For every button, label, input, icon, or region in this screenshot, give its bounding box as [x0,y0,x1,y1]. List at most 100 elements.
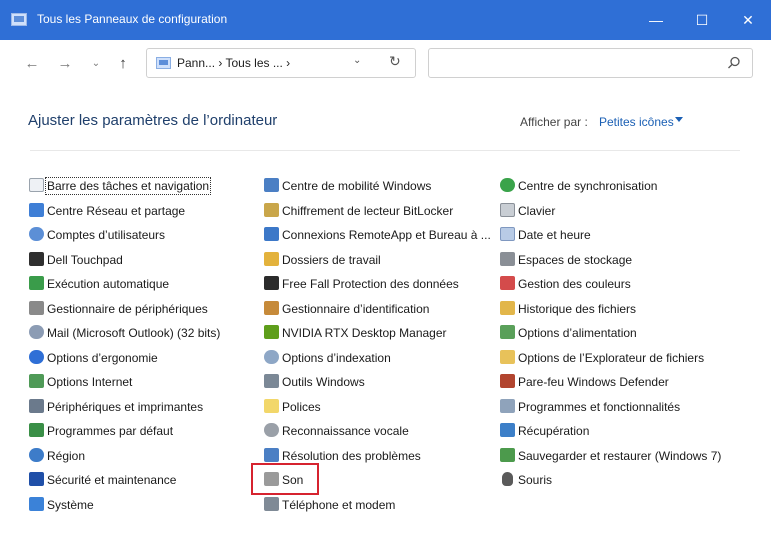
view-by-caret-icon[interactable] [675,117,683,122]
mail-icon [29,325,44,339]
microphone-icon [264,423,279,437]
recent-locations-chevron-icon[interactable]: ⌄ [84,52,108,76]
up-arrow-icon[interactable]: ↑ [111,52,135,76]
system-monitor-icon [29,497,44,511]
item-region[interactable]: Région [29,445,259,467]
refresh-icon[interactable]: ↻ [389,53,401,70]
touchpad-icon [29,252,44,266]
flag-icon [29,472,44,486]
clock-icon [500,227,515,241]
item-storage-spaces[interactable]: Espaces de stockage [500,249,730,271]
device-manager-icon [29,301,44,315]
default-programs-icon [29,423,44,437]
item-system[interactable]: Système [29,494,259,516]
item-phone-modem[interactable]: Téléphone et modem [264,494,494,516]
power-icon [500,325,515,339]
search-icon[interactable] [726,55,742,71]
network-icon [29,203,44,217]
item-recovery[interactable]: Récupération [500,420,730,442]
phone-modem-icon [264,497,279,511]
keyboard-icon [500,203,515,217]
back-arrow-icon[interactable]: ← [20,52,44,76]
item-user-accounts[interactable]: Comptes d’utilisateurs [29,224,259,246]
title-bar[interactable]: Tous les Panneaux de configuration — ☐ ✕ [0,0,771,40]
item-keyboard[interactable]: Clavier [500,200,730,222]
recovery-icon [500,423,515,437]
control-panel-window: Tous les Panneaux de configuration — ☐ ✕… [0,0,771,540]
autoplay-icon [29,276,44,290]
fonts-icon [264,399,279,413]
item-programs-features[interactable]: Programmes et fonctionnalités [500,396,730,418]
item-windows-tools[interactable]: Outils Windows [264,371,494,393]
item-remoteapp-connections[interactable]: Connexions RemoteApp et Bureau à ... [264,224,494,246]
item-ease-of-access[interactable]: Options d’ergonomie [29,347,259,369]
view-by-label: Afficher par : [520,115,588,129]
item-free-fall-protection[interactable]: Free Fall Protection des données [264,273,494,295]
maximize-button[interactable]: ☐ [679,0,725,40]
item-backup-restore[interactable]: Sauvegarder et restaurer (Windows 7) [500,445,730,467]
item-taskbar-navigation[interactable]: Barre des tâches et navigation [29,175,259,197]
item-devices-printers[interactable]: Périphériques et imprimantes [29,396,259,418]
item-windows-defender-firewall[interactable]: Pare-feu Windows Defender [500,371,730,393]
users-icon [29,227,44,241]
item-internet-options[interactable]: Options Internet [29,371,259,393]
item-default-programs[interactable]: Programmes par défaut [29,420,259,442]
forward-arrow-icon[interactable]: → [53,52,77,76]
storage-icon [500,252,515,266]
item-nvidia-rtx-desktop-manager[interactable]: NVIDIA RTX Desktop Manager [264,322,494,344]
internet-options-icon [29,374,44,388]
firewall-icon [500,374,515,388]
minimize-button[interactable]: — [633,0,679,40]
credential-manager-icon [264,301,279,315]
item-work-folders[interactable]: Dossiers de travail [264,249,494,271]
item-file-history[interactable]: Historique des fichiers [500,298,730,320]
item-indexing-options[interactable]: Options d’indexation [264,347,494,369]
item-sync-center[interactable]: Centre de synchronisation [500,175,730,197]
work-folders-icon [264,252,279,266]
close-button[interactable]: ✕ [725,0,771,40]
item-bitlocker[interactable]: Chiffrement de lecteur BitLocker [264,200,494,222]
printer-icon [29,399,44,413]
troubleshooting-icon [264,448,279,462]
item-credential-manager[interactable]: Gestionnaire d’identification [264,298,494,320]
control-panel-icon [11,13,27,26]
bitlocker-key-icon [264,203,279,217]
programs-features-icon [500,399,515,413]
control-panel-icon [156,57,171,69]
windows-tools-icon [264,374,279,388]
item-power-options[interactable]: Options d’alimentation [500,322,730,344]
view-by-dropdown[interactable]: Petites icônes [599,115,674,129]
item-security-maintenance[interactable]: Sécurité et maintenance [29,469,259,491]
address-dropdown-icon[interactable]: ⌄ [353,55,361,66]
remoteapp-icon [264,227,279,241]
file-history-icon [500,301,515,315]
item-dell-touchpad[interactable]: Dell Touchpad [29,249,259,271]
search-input[interactable] [435,53,719,75]
item-mouse[interactable]: Souris [500,469,730,491]
item-date-time[interactable]: Date et heure [500,224,730,246]
ease-of-access-icon [29,350,44,364]
item-mail-outlook[interactable]: Mail (Microsoft Outlook) (32 bits) [29,322,259,344]
address-bar[interactable]: Pann... › Tous les ... › ⌄ ↻ [146,48,416,78]
item-network-sharing-center[interactable]: Centre Réseau et partage [29,200,259,222]
item-windows-mobility-center[interactable]: Centre de mobilité Windows [264,175,494,197]
breadcrumb[interactable]: Pann... › Tous les ... › [177,56,290,70]
search-box[interactable] [428,48,753,78]
item-color-management[interactable]: Gestion des couleurs [500,273,730,295]
item-device-manager[interactable]: Gestionnaire de périphériques [29,298,259,320]
item-autoplay[interactable]: Exécution automatique [29,273,259,295]
backup-icon [500,448,515,462]
sync-icon [500,178,515,192]
page-title: Ajuster les paramètres de l’ordinateur [28,112,278,129]
color-management-icon [500,276,515,290]
free-fall-icon [264,276,279,290]
navigation-bar: ← → ⌄ ↑ Pann... › Tous les ... › ⌄ ↻ [0,40,771,88]
item-fonts[interactable]: Polices [264,396,494,418]
item-speech-recognition[interactable]: Reconnaissance vocale [264,420,494,442]
window-title: Tous les Panneaux de configuration [37,12,228,26]
item-file-explorer-options[interactable]: Options de l’Explorateur de fichiers [500,347,730,369]
indexing-icon [264,350,279,364]
nvidia-icon [264,325,279,339]
mobility-center-icon [264,178,279,192]
region-globe-icon [29,448,44,462]
